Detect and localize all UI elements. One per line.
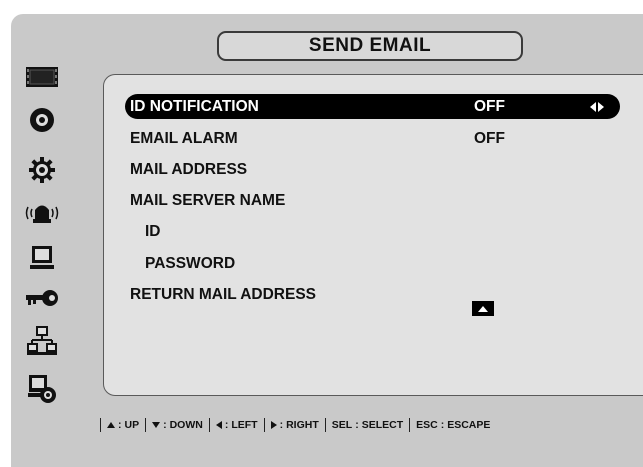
network-icon[interactable] (24, 326, 60, 356)
backup-device-icon[interactable] (24, 374, 60, 404)
down-arrow-icon (152, 422, 161, 428)
menu-row-id-notification[interactable]: ID NOTIFICATION OFF (125, 94, 620, 119)
menu-row-password[interactable]: PASSWORD (145, 251, 235, 276)
alarm-siren-icon[interactable] (24, 198, 60, 228)
title-box: SEND EMAIL (217, 31, 523, 61)
menu-row-id[interactable]: ID (145, 219, 161, 244)
settings-gear-icon[interactable] (24, 155, 60, 185)
record-disc-icon[interactable] (24, 105, 60, 135)
scroll-up-icon[interactable] (472, 301, 494, 316)
row-label: PASSWORD (145, 254, 236, 272)
left-right-arrows-icon[interactable] (590, 101, 604, 112)
page-title: SEND EMAIL (308, 35, 432, 56)
dvr-screen: SEND EMAIL ID NOTIFICATION OFF EMAIL ALA… (0, 0, 643, 467)
computer-terminal-icon[interactable] (24, 243, 60, 273)
monitor-display-icon[interactable] (24, 62, 60, 92)
row-value: OFF (474, 129, 505, 147)
hint-escape: ESC: ESCAPE (416, 419, 491, 431)
up-arrow-icon (107, 422, 115, 428)
hint-down: : DOWN (152, 419, 203, 431)
menu-row-email-alarm[interactable]: EMAIL ALARM OFF (130, 126, 610, 151)
hint-left: : LEFT (215, 419, 258, 431)
hint-right: : RIGHT (270, 419, 319, 431)
row-label: EMAIL ALARM (130, 129, 238, 147)
key-hint-bar: : UP : DOWN : LEFT : RIGHT SEL: SELECT ESC: ES… (100, 417, 490, 433)
row-value: OFF (474, 97, 505, 115)
menu-row-mail-server-name[interactable]: MAIL SERVER NAME (130, 188, 285, 213)
menu-row-return-mail-address[interactable]: RETURN MAIL ADDRESS (130, 282, 316, 307)
row-label: ID (145, 222, 161, 240)
settings-panel: ID NOTIFICATION OFF EMAIL ALARM OFF MAIL… (103, 74, 643, 396)
row-label: MAIL SERVER NAME (130, 191, 286, 209)
hint-select: SEL: SELECT (331, 419, 404, 431)
key-icon[interactable] (24, 283, 60, 313)
right-arrow-icon (270, 421, 277, 429)
hint-up: : UP (107, 419, 139, 431)
menu-row-mail-address[interactable]: MAIL ADDRESS (130, 157, 247, 182)
left-arrow-icon (215, 421, 222, 429)
row-label: MAIL ADDRESS (130, 160, 248, 178)
row-label: ID NOTIFICATION (130, 97, 259, 115)
row-label: RETURN MAIL ADDRESS (130, 285, 317, 303)
